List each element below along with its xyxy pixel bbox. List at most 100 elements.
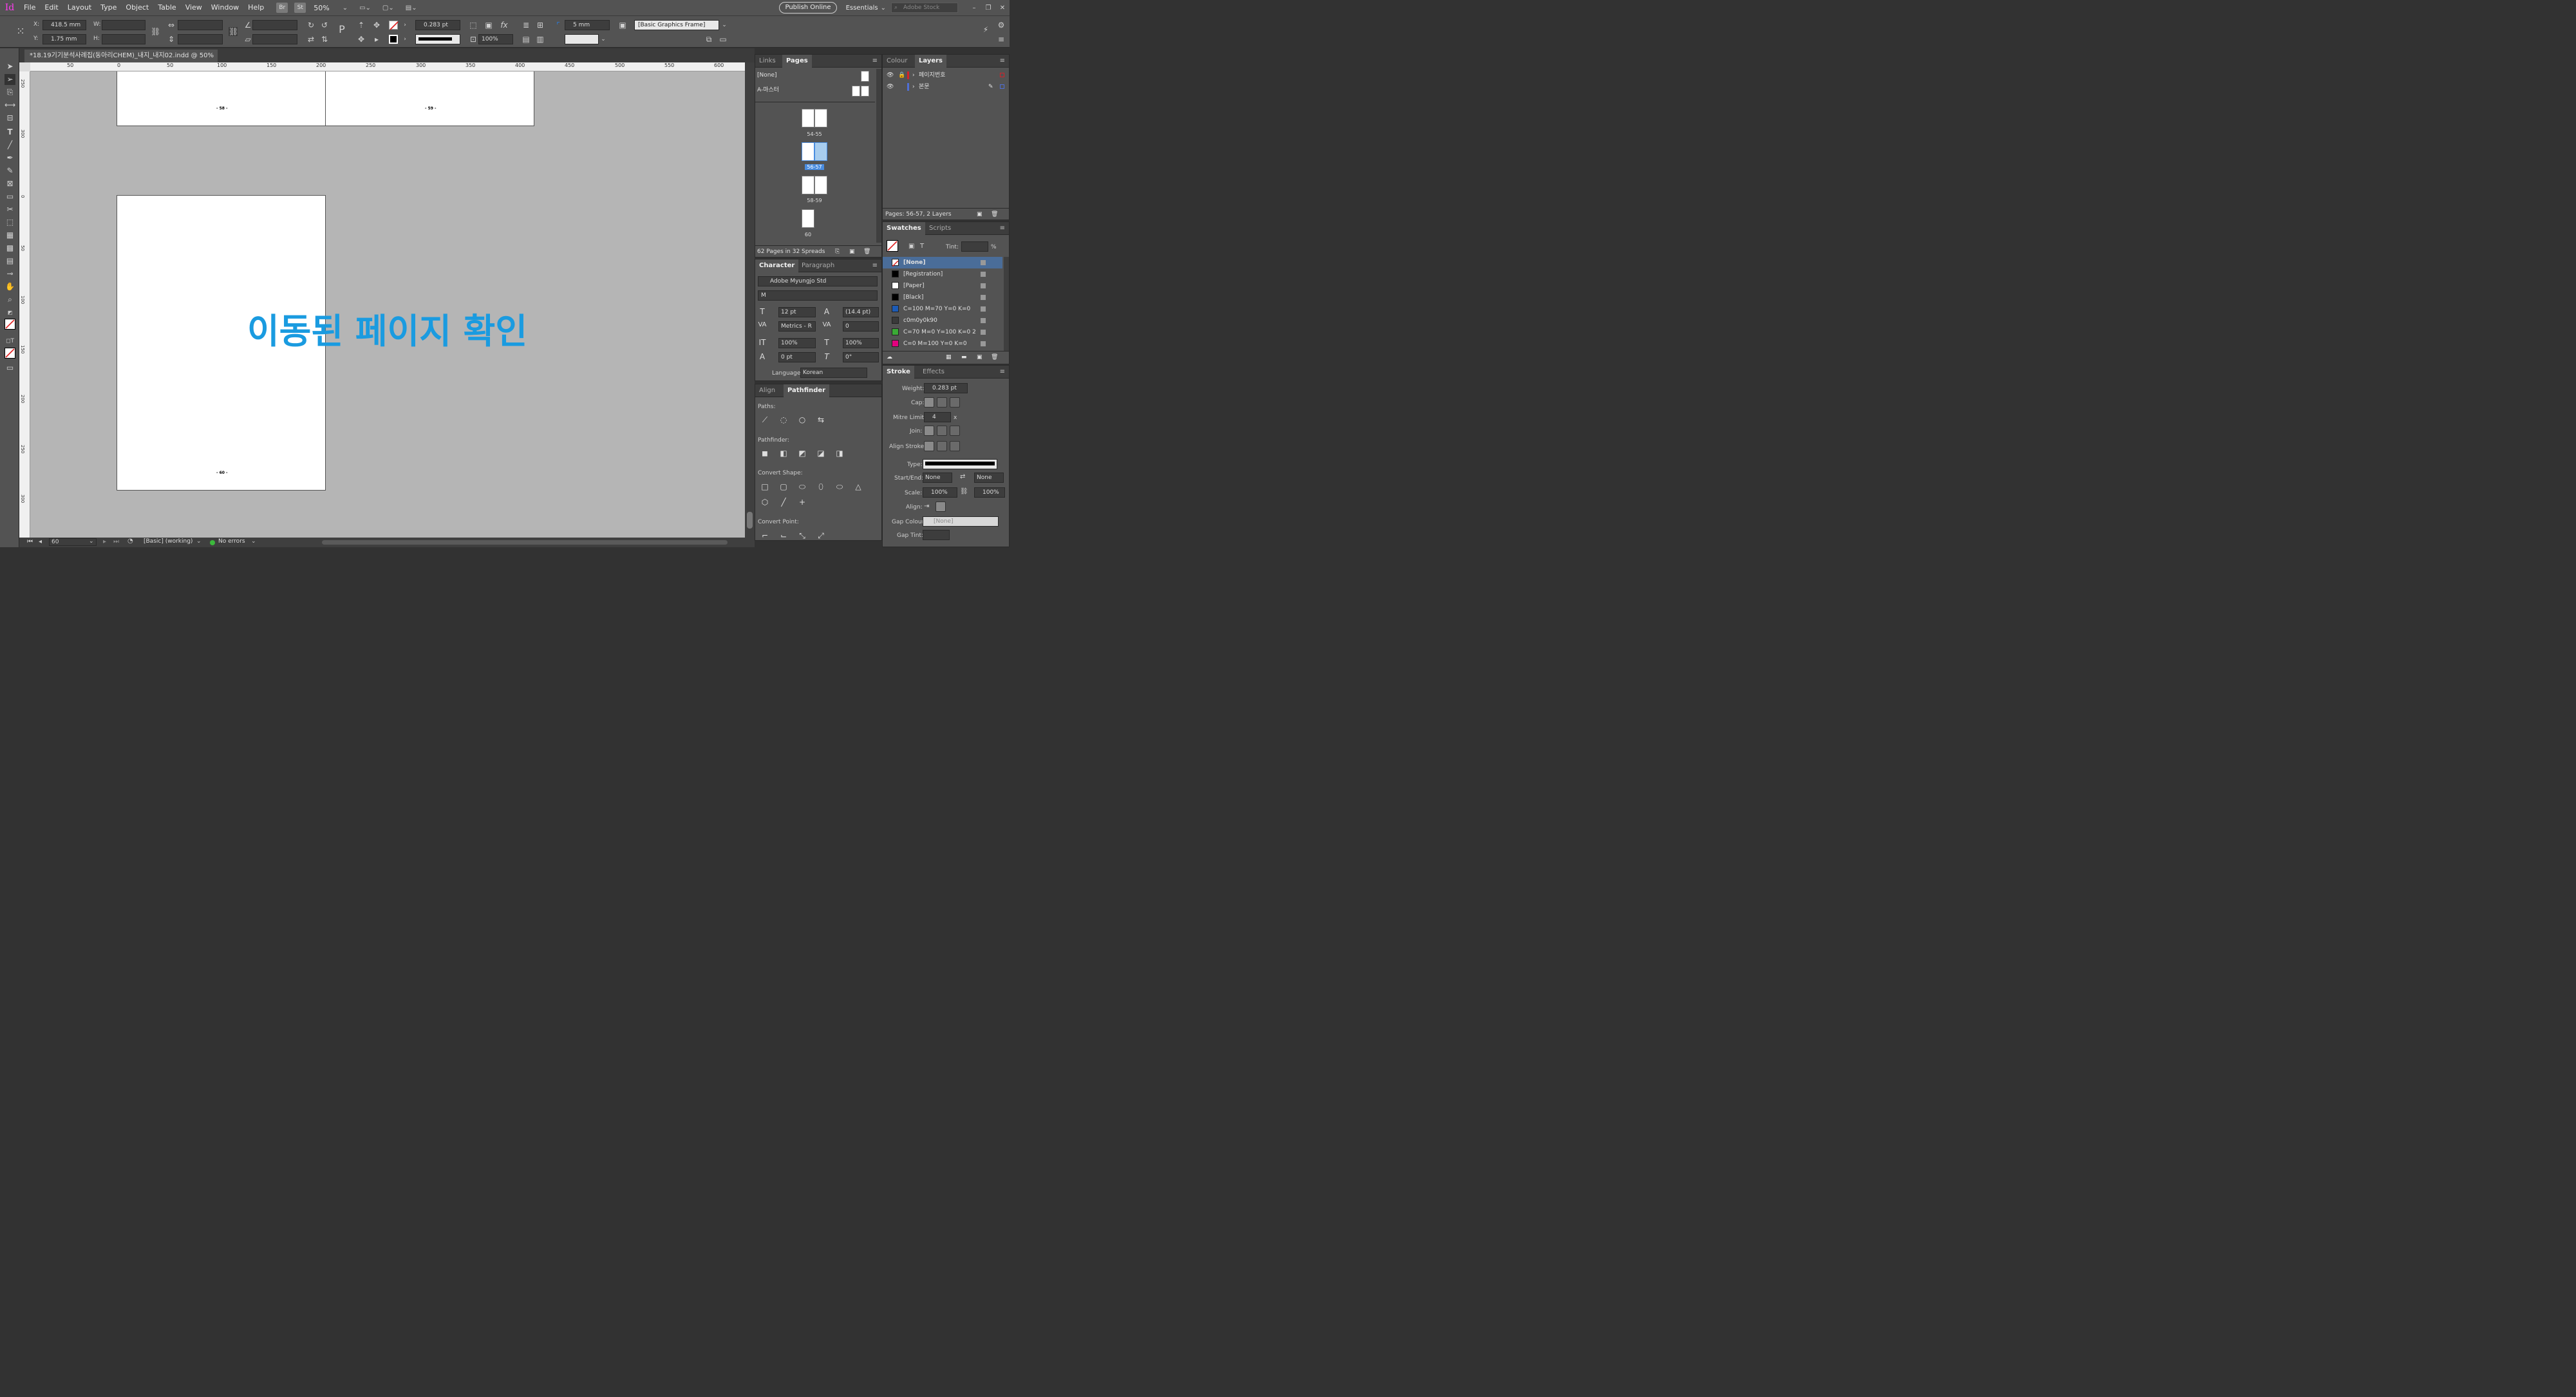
tab-effects[interactable]: Effects [919, 366, 948, 379]
scale-y-field[interactable] [178, 34, 223, 44]
restore-button[interactable]: ❐ [981, 5, 995, 12]
width-field[interactable] [102, 20, 146, 30]
projecting-cap-button[interactable] [950, 397, 960, 408]
gap-tint-field[interactable] [923, 530, 950, 540]
constrain-scale-icon[interactable]: ⛓ [229, 27, 238, 36]
gap-colour-select[interactable]: [None] [923, 516, 999, 527]
line-icon[interactable]: ╱ [778, 498, 789, 507]
vertical-scale-field[interactable]: 100% [778, 338, 816, 348]
rotation-angle-field[interactable] [252, 20, 297, 30]
round-cap-button[interactable] [937, 397, 947, 408]
screen-mode-icon[interactable]: ▢⌄ [382, 5, 394, 12]
zoom-level[interactable]: 50% [314, 4, 329, 12]
round-join-button[interactable] [937, 426, 947, 436]
delete-page-icon[interactable]: 🗑 [863, 246, 870, 258]
spread-58-59-right[interactable] [814, 176, 827, 194]
stroke-swatch[interactable] [389, 35, 398, 44]
layer-name[interactable]: 본문 [919, 81, 930, 93]
smooth-point-icon[interactable]: ⤡ [796, 531, 808, 541]
height-field[interactable] [102, 34, 146, 44]
tab-paragraph[interactable]: Paragraph [798, 259, 838, 272]
minus-back-icon[interactable]: ◨ [834, 449, 845, 458]
select-previous-icon[interactable]: ✥ [357, 35, 366, 44]
document-tab[interactable]: *18.19기기분석사례집(동아리CHEM)_내지_내지02.indd @ 50… [24, 50, 218, 72]
adobe-stock-search[interactable]: ⌕ Adobe Stock [891, 3, 958, 13]
hand-tool-icon[interactable]: ✋ [5, 281, 15, 292]
scale-x-field[interactable] [178, 20, 223, 30]
font-size-field[interactable]: 12 pt [778, 307, 816, 317]
inverse-rounded-icon[interactable]: ⬯ [815, 482, 827, 492]
tab-character[interactable]: Character [755, 259, 799, 272]
menu-view[interactable]: View [181, 0, 207, 15]
horizontal-scale-field[interactable]: 100% [843, 338, 879, 348]
selection-tool-icon[interactable]: ➤ [5, 61, 15, 72]
swatch-row[interactable]: C=100 M=70 Y=0 K=0 [883, 303, 1002, 315]
rectangle-tool-icon[interactable]: ▭ [5, 191, 15, 202]
quick-apply-icon[interactable]: ⚡ [981, 25, 990, 34]
baseline-shift-field[interactable]: 0 pt [778, 352, 816, 362]
x-position-field[interactable]: 418.5 mm [42, 20, 86, 30]
gap-tool-icon[interactable]: ⟷ [5, 100, 15, 111]
kerning-field[interactable]: Metrics - R [778, 321, 816, 332]
rounded-rectangle-icon[interactable]: ▢ [778, 482, 789, 491]
minimize-button[interactable]: – [967, 5, 981, 12]
tab-scripts[interactable]: Scripts [925, 222, 955, 235]
font-family-select[interactable]: Adobe Myungjo Std [758, 276, 878, 286]
opacity-field[interactable]: 100% [478, 34, 513, 44]
ellipse-icon[interactable]: ⬭ [834, 482, 845, 492]
drop-shadow-icon[interactable]: ▣ [484, 21, 493, 30]
spread-54-55-left[interactable] [802, 109, 814, 127]
rotate-cw-icon[interactable]: ↻ [306, 21, 315, 30]
layer-target-icon[interactable] [1000, 73, 1004, 77]
view-options-icon[interactable]: ▭⌄ [359, 5, 371, 12]
text-icon[interactable]: T [920, 243, 924, 250]
pen-tool-icon[interactable]: ✒ [5, 153, 15, 164]
horizontal-ruler[interactable]: 50 0 50 100 150 200 250 300 350 400 450 … [30, 62, 745, 71]
scroll-thumb[interactable] [747, 512, 753, 529]
rectangle-frame-tool-icon[interactable]: ⊠ [5, 178, 15, 189]
font-style-select[interactable]: M [758, 290, 878, 301]
panel-menu-icon[interactable]: ≡ [997, 35, 1006, 44]
tab-pages[interactable]: Pages [782, 55, 812, 68]
leading-field[interactable]: (14.4 pt) [843, 307, 879, 317]
triangle-icon[interactable]: △ [852, 482, 864, 491]
flip-vertical-icon[interactable]: ⇅ [320, 35, 329, 44]
publish-online-button[interactable]: Publish Online [779, 2, 837, 14]
apply-none-icon[interactable] [5, 348, 15, 359]
spread-60[interactable] [802, 209, 814, 228]
subtract-icon[interactable]: ◧ [778, 449, 789, 458]
spread-56-57-right[interactable] [814, 142, 827, 161]
screen-mode-tool-icon[interactable]: ▭ [5, 362, 15, 373]
swatch-row[interactable]: c0m0y0k90 [883, 315, 1002, 326]
clear-overrides-icon[interactable]: ⧉ [704, 35, 713, 44]
y-position-field[interactable]: 1.75 mm [42, 34, 86, 44]
corner-point-icon[interactable]: ⌙ [778, 531, 789, 540]
fx-icon[interactable]: fx [500, 21, 509, 30]
none-master-row[interactable]: [None] [755, 70, 881, 82]
stroke-type-select[interactable] [923, 459, 997, 469]
menu-layout[interactable]: Layout [63, 0, 96, 15]
plain-point-icon[interactable]: ⌐ [759, 531, 771, 540]
preflight-errors[interactable]: No errors [218, 538, 245, 545]
eyedropper-tool-icon[interactable]: ⊸ [5, 268, 15, 279]
menu-object[interactable]: Object [121, 0, 153, 15]
tracking-field[interactable]: 0 [843, 321, 879, 332]
page-59[interactable]: - 59 - [325, 71, 534, 126]
menu-window[interactable]: Window [207, 0, 243, 15]
new-swatch-icon[interactable]: ▣ [977, 352, 982, 363]
tab-links[interactable]: Links [755, 55, 780, 68]
page-58[interactable]: - 58 - [117, 71, 326, 126]
close-window-button[interactable]: ✕ [995, 5, 1010, 12]
select-content-icon[interactable]: ✥ [372, 21, 381, 30]
swap-icon[interactable]: ⇄ [960, 473, 965, 480]
fill-swatch-icon[interactable] [5, 319, 15, 330]
lock-icon[interactable]: 🔒 [898, 70, 905, 81]
bevel-join-button[interactable] [950, 426, 960, 436]
ruler-origin[interactable] [19, 62, 30, 71]
exclude-overlap-icon[interactable]: ◪ [815, 449, 827, 458]
layer-name[interactable]: 페이지번호 [919, 70, 945, 81]
distribute-icon[interactable]: ▤ [522, 35, 531, 44]
select-container-icon[interactable]: ⇡ [357, 21, 366, 30]
expand-arrow-icon[interactable]: › [912, 70, 915, 81]
skew-field[interactable]: 0° [843, 352, 879, 362]
